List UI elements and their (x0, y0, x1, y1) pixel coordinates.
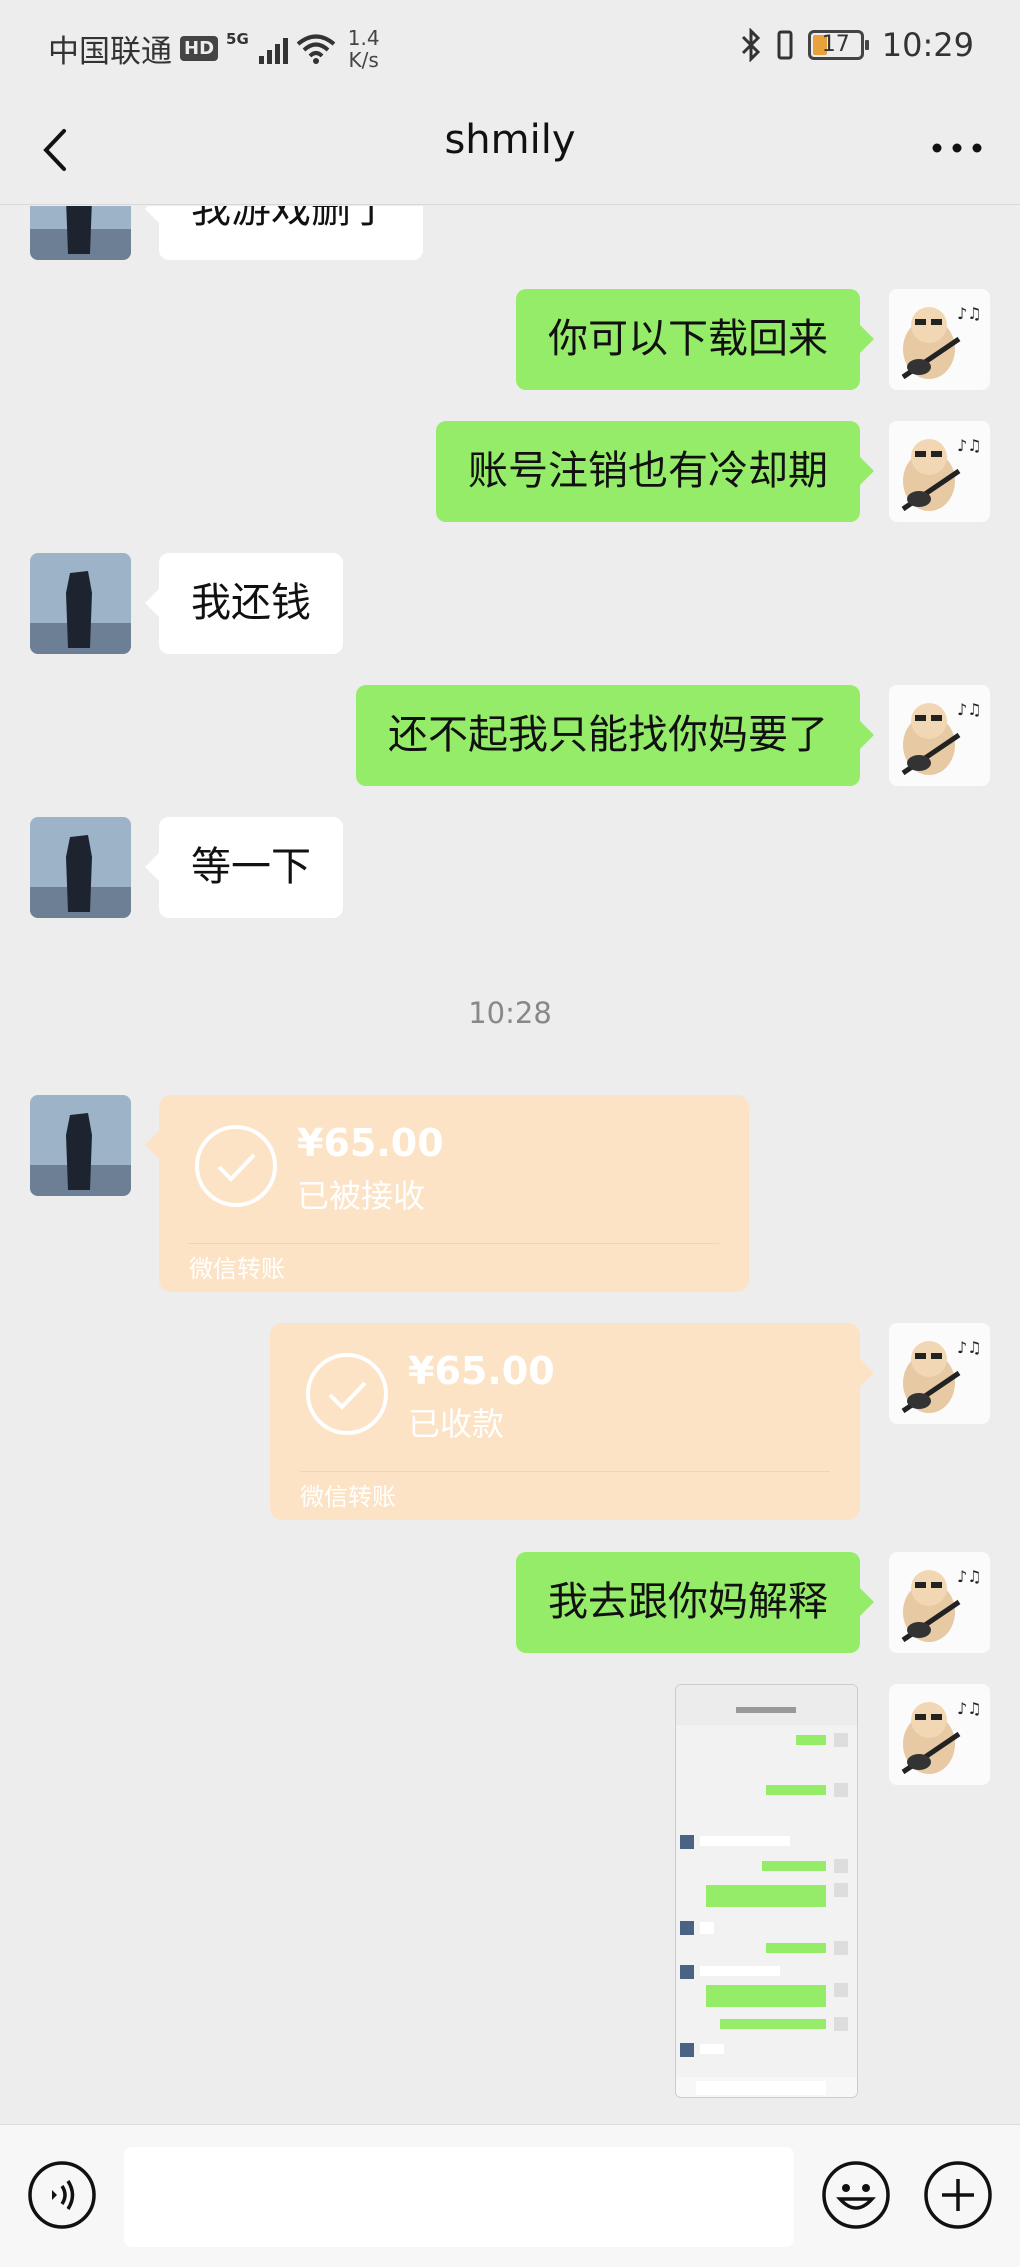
message-input[interactable] (124, 2147, 794, 2247)
network-type: 5G (226, 29, 249, 48)
outgoing-message[interactable]: 你可以下载回来 (516, 289, 874, 390)
transfer-card[interactable]: ¥65.00 已收款 微信转账 (270, 1323, 874, 1520)
outgoing-message[interactable]: 还不起我只能找你妈要了 (356, 685, 874, 786)
plus-icon[interactable] (922, 2159, 994, 2231)
outgoing-message[interactable]: 我去跟你妈解释 (516, 1552, 874, 1653)
hd-badge: HD (180, 36, 219, 61)
divider (189, 1243, 719, 1244)
transfer-card[interactable]: ¥65.00 已被接收 微信转账 (145, 1095, 749, 1292)
contact-avatar[interactable] (30, 206, 131, 260)
message-timestamp: 10:28 (468, 996, 552, 1030)
bluetooth-icon (741, 28, 760, 62)
transfer-amount: ¥65.00 (297, 1121, 444, 1165)
chat-title: shmily (444, 117, 576, 163)
svg-text:♪♫: ♪♫ (957, 1567, 982, 1586)
my-avatar[interactable]: ♪♫ (889, 421, 990, 522)
wifi-icon (296, 34, 336, 64)
screenshot-thumbnail (676, 1685, 857, 2097)
contact-avatar[interactable] (30, 553, 131, 654)
svg-text:♪♫: ♪♫ (957, 1699, 982, 1718)
message-list[interactable]: 我游戏删了 你可以下载回来 ♪♫ 账号注销也有冷却期 ♪♫ 我还钱 还不起我只能… (0, 206, 1020, 2124)
transfer-footer: 微信转账 (189, 1255, 285, 1283)
transfer-status: 已收款 (408, 1405, 505, 1443)
svg-text:♪♫: ♪♫ (957, 436, 982, 455)
incoming-message[interactable]: 我还钱 (145, 553, 343, 654)
incoming-message[interactable]: 等一下 (145, 817, 343, 918)
battery-level: 17 (821, 32, 850, 57)
svg-text:♪♫: ♪♫ (957, 304, 982, 323)
check-circle-icon (306, 1353, 388, 1435)
my-avatar[interactable]: ♪♫ (889, 1323, 990, 1424)
carrier-label: 中国联通 (48, 34, 172, 70)
status-bar: 中国联通 HD 5G 1.4 K/s 17 10:29 (0, 0, 1020, 95)
my-avatar[interactable]: ♪♫ (889, 289, 990, 390)
my-avatar[interactable]: ♪♫ (889, 1684, 990, 1785)
check-circle-icon (195, 1125, 277, 1207)
incoming-message[interactable]: 我游戏删了 (145, 206, 423, 260)
signal-icon (258, 34, 288, 64)
my-avatar[interactable]: ♪♫ (889, 685, 990, 786)
speed-value: 1.4 (347, 25, 380, 50)
speed-unit: K/s (348, 47, 379, 72)
clock: 10:29 (881, 26, 974, 64)
contact-avatar[interactable] (30, 817, 131, 918)
image-message[interactable] (675, 1684, 858, 2098)
emoji-icon[interactable] (820, 2159, 892, 2231)
voice-icon[interactable] (26, 2159, 98, 2231)
network-speed: 1.4 K/s (348, 27, 380, 71)
vibrate-icon (777, 30, 793, 60)
battery-icon: 17 (807, 30, 869, 60)
contact-avatar[interactable] (30, 1095, 131, 1196)
svg-text:♪♫: ♪♫ (957, 1338, 982, 1357)
svg-text:♪♫: ♪♫ (957, 700, 982, 719)
more-dots-icon[interactable] (922, 123, 992, 173)
transfer-footer: 微信转账 (300, 1483, 396, 1511)
my-avatar[interactable]: ♪♫ (889, 1552, 990, 1653)
status-left: 中国联通 HD 5G 1.4 K/s (48, 26, 380, 71)
transfer-status: 已被接收 (297, 1177, 426, 1215)
outgoing-message[interactable]: 账号注销也有冷却期 (436, 421, 874, 522)
divider (300, 1471, 830, 1472)
transfer-amount: ¥65.00 (408, 1349, 555, 1393)
input-bar (0, 2124, 1020, 2267)
status-right: 17 10:29 (740, 26, 974, 64)
chat-header: shmily (0, 95, 1020, 205)
